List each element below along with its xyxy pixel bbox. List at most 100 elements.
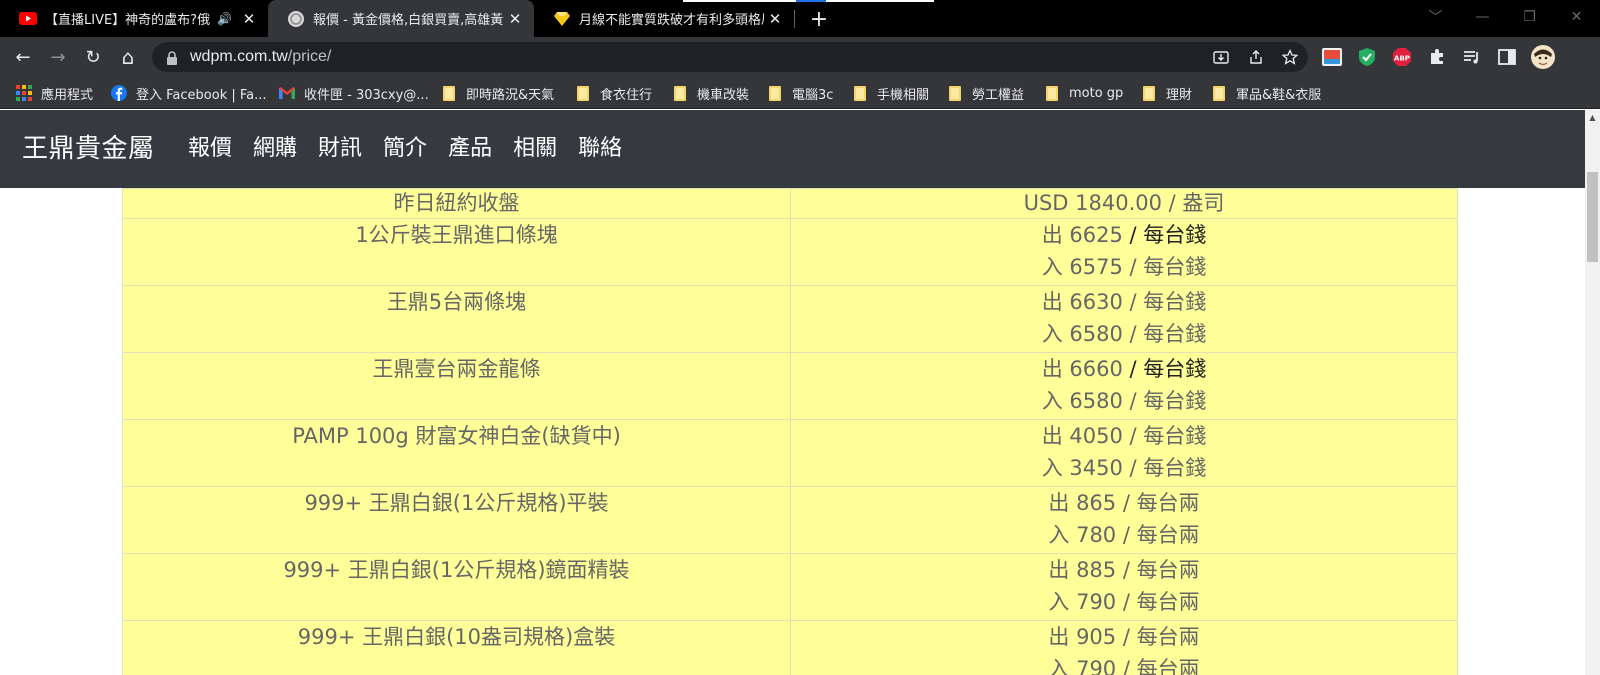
bookmark-gmail[interactable]: 收件匣 - 303cxy@... bbox=[279, 77, 429, 109]
tab-search-button[interactable]: ﹀ bbox=[1412, 0, 1459, 33]
bookmark-label: 理財 bbox=[1166, 87, 1193, 103]
tab-market-article[interactable]: 月線不能實質跌破才有利多頭格局 ✕ bbox=[534, 0, 794, 37]
price-cell: 出 6660 / 每台錢 入 6580 / 每台錢 bbox=[790, 352, 1458, 420]
lock-icon[interactable] bbox=[166, 50, 178, 65]
product-name: 昨日紐約收盤 bbox=[122, 188, 791, 219]
close-window-button[interactable]: ✕ bbox=[1553, 0, 1600, 33]
bookmark-folder-gear[interactable]: 軍品&鞋&衣服 bbox=[1211, 77, 1321, 109]
sell-amount: 出 6660 bbox=[1041, 357, 1130, 381]
youtube-icon bbox=[19, 10, 37, 28]
share-icon[interactable] bbox=[1245, 47, 1267, 67]
price-cell: 出 905 / 每台兩 入 790 / 每台兩 bbox=[790, 620, 1458, 675]
extensions-puzzle-icon[interactable] bbox=[1424, 44, 1450, 70]
product-name: 王鼎5台兩條塊 bbox=[122, 285, 791, 353]
forward-button[interactable]: → bbox=[43, 42, 73, 72]
price-cell: 出 885 / 每台兩 入 790 / 每台兩 bbox=[790, 553, 1458, 621]
gmail-icon bbox=[279, 85, 295, 101]
bookmark-label: 收件匣 - 303cxy@... bbox=[304, 87, 429, 103]
folder-icon bbox=[947, 85, 963, 101]
window-controls: ﹀ — ❐ ✕ bbox=[1412, 0, 1600, 37]
table-row: 王鼎壹台兩金龍條 出 6660 / 每台錢 入 6580 / 每台錢 bbox=[122, 352, 1458, 420]
audio-playing-icon[interactable]: 🔊 bbox=[217, 12, 232, 26]
nav-link-quotes[interactable]: 報價 bbox=[188, 110, 232, 188]
sell-unit: / 每台兩 bbox=[1122, 491, 1200, 515]
product-name: 999+ 王鼎白銀(1公斤規格)鏡面精裝 bbox=[122, 553, 791, 621]
apps-grid-icon bbox=[16, 85, 32, 101]
minimize-button[interactable]: — bbox=[1459, 0, 1506, 33]
bookmark-folder-motorcycle[interactable]: 機車改裝 bbox=[672, 77, 749, 109]
url-path: /price/ bbox=[287, 48, 332, 65]
bookmark-label: 登入 Facebook | Fa... bbox=[136, 87, 267, 103]
address-bar[interactable]: wdpm.com.tw/price/ bbox=[152, 42, 1308, 72]
adblock-plus-icon[interactable]: ABP bbox=[1389, 44, 1415, 70]
folder-icon bbox=[672, 85, 688, 101]
nav-link-shop[interactable]: 網購 bbox=[253, 110, 297, 188]
price-cell: 出 865 / 每台兩 入 780 / 每台兩 bbox=[790, 486, 1458, 554]
nav-link-contact[interactable]: 聯絡 bbox=[578, 110, 622, 188]
sell-unit: / 每台錢 bbox=[1129, 424, 1207, 448]
bookmark-label: 應用程式 bbox=[41, 87, 94, 103]
back-button[interactable]: ← bbox=[8, 42, 38, 72]
sell-price: 出 905 / 每台兩 bbox=[795, 621, 1453, 653]
table-row: 999+ 王鼎白銀(1公斤規格)鏡面精裝 出 885 / 每台兩 入 790 /… bbox=[122, 553, 1458, 621]
price-cell: 出 6630 / 每台錢 入 6580 / 每台錢 bbox=[790, 285, 1458, 353]
scroll-up-arrow-icon[interactable]: ▲ bbox=[1585, 110, 1600, 125]
site-brand[interactable]: 王鼎貴金屬 bbox=[22, 110, 155, 188]
home-button[interactable]: ⌂ bbox=[113, 42, 143, 72]
site-nav-links: 報價 網購 財訊 簡介 產品 相關 聯絡 bbox=[188, 110, 643, 188]
sell-amount: 出 905 bbox=[1048, 625, 1123, 649]
bookmark-label: 即時路況&天氣 bbox=[466, 87, 555, 103]
page-scrollbar[interactable]: ▲ bbox=[1585, 110, 1600, 675]
tab-close-icon[interactable]: ✕ bbox=[764, 8, 786, 30]
nav-link-news[interactable]: 財訊 bbox=[318, 110, 362, 188]
nav-link-related[interactable]: 相關 bbox=[513, 110, 557, 188]
bookmark-folder-phone[interactable]: 手機相關 bbox=[852, 77, 929, 109]
profile-avatar[interactable] bbox=[1530, 44, 1556, 70]
sell-amount: 出 6625 bbox=[1041, 223, 1130, 247]
tab-strip-highlight-accent bbox=[796, 0, 826, 2]
install-app-icon[interactable] bbox=[1210, 47, 1232, 67]
bookmark-label: 勞工權益 bbox=[972, 87, 1025, 103]
photo-extension-icon[interactable] bbox=[1319, 44, 1345, 70]
tab-close-icon[interactable]: ✕ bbox=[504, 8, 526, 30]
page-viewport: 王鼎貴金屬 報價 網購 財訊 簡介 產品 相關 聯絡 昨日紐約收盤 USD 18… bbox=[0, 110, 1585, 675]
bookmark-star-icon[interactable] bbox=[1279, 47, 1301, 67]
reload-button[interactable]: ↻ bbox=[78, 42, 108, 72]
scrollbar-thumb[interactable] bbox=[1587, 172, 1598, 262]
bookmark-folder-finance[interactable]: 理財 bbox=[1141, 77, 1192, 109]
bookmark-folder-computer[interactable]: 電腦3c bbox=[767, 77, 833, 109]
tab-price-page[interactable]: 報價 - 黃金價格,白銀買賣,高雄黃金 ✕ bbox=[268, 0, 534, 37]
url-text[interactable]: wdpm.com.tw/price/ bbox=[190, 42, 331, 72]
buy-price: 入 780 / 每台兩 bbox=[1048, 523, 1200, 547]
bookmark-label: 手機相關 bbox=[877, 87, 930, 103]
tab-youtube-live[interactable]: 【直播LIVE】神奇的盧布?俄 🔊 ✕ bbox=[0, 0, 268, 37]
tab-strip: 【直播LIVE】神奇的盧布?俄 🔊 ✕ 報價 - 黃金價格,白銀買賣,高雄黃金 … bbox=[0, 0, 1600, 37]
bookmark-folder-labor[interactable]: 勞工權益 bbox=[947, 77, 1024, 109]
bookmark-folder-living[interactable]: 食衣住行 bbox=[575, 77, 652, 109]
sell-price: 出 6625 / 每台錢 bbox=[795, 219, 1453, 251]
bookmark-folder-motogp[interactable]: moto gp bbox=[1044, 77, 1123, 109]
folder-icon bbox=[1044, 85, 1060, 101]
sell-unit: / 每台錢 bbox=[1129, 223, 1207, 247]
abp-label: ABP bbox=[1394, 55, 1410, 63]
restore-button[interactable]: ❐ bbox=[1506, 0, 1553, 33]
media-queue-icon[interactable] bbox=[1459, 44, 1485, 70]
tab-close-icon[interactable]: ✕ bbox=[238, 8, 260, 30]
sell-unit: / 每台兩 bbox=[1122, 558, 1200, 582]
new-tab-button[interactable]: + bbox=[806, 6, 832, 32]
side-panel-icon[interactable] bbox=[1494, 44, 1520, 70]
folder-icon bbox=[1211, 85, 1227, 101]
nav-link-products[interactable]: 產品 bbox=[448, 110, 492, 188]
bookmark-facebook[interactable]: 登入 Facebook | Fa... bbox=[111, 77, 267, 109]
bookmarks-bar: 應用程式 登入 Facebook | Fa... 收件匣 - 303cxy@..… bbox=[0, 77, 1600, 109]
nav-link-about[interactable]: 簡介 bbox=[383, 110, 427, 188]
tab-separator bbox=[794, 10, 795, 28]
shield-extension-icon[interactable] bbox=[1354, 44, 1380, 70]
product-name: 1公斤裝王鼎進口條塊 bbox=[122, 218, 791, 286]
bookmark-label: moto gp bbox=[1069, 85, 1124, 101]
bookmark-apps[interactable]: 應用程式 bbox=[16, 77, 93, 109]
table-row: 王鼎5台兩條塊 出 6630 / 每台錢 入 6580 / 每台錢 bbox=[122, 285, 1458, 353]
table-row: PAMP 100g 財富女神白金(缺貨中) 出 4050 / 每台錢 入 345… bbox=[122, 419, 1458, 487]
folder-icon bbox=[1141, 85, 1157, 101]
bookmark-folder-traffic[interactable]: 即時路況&天氣 bbox=[441, 77, 554, 109]
